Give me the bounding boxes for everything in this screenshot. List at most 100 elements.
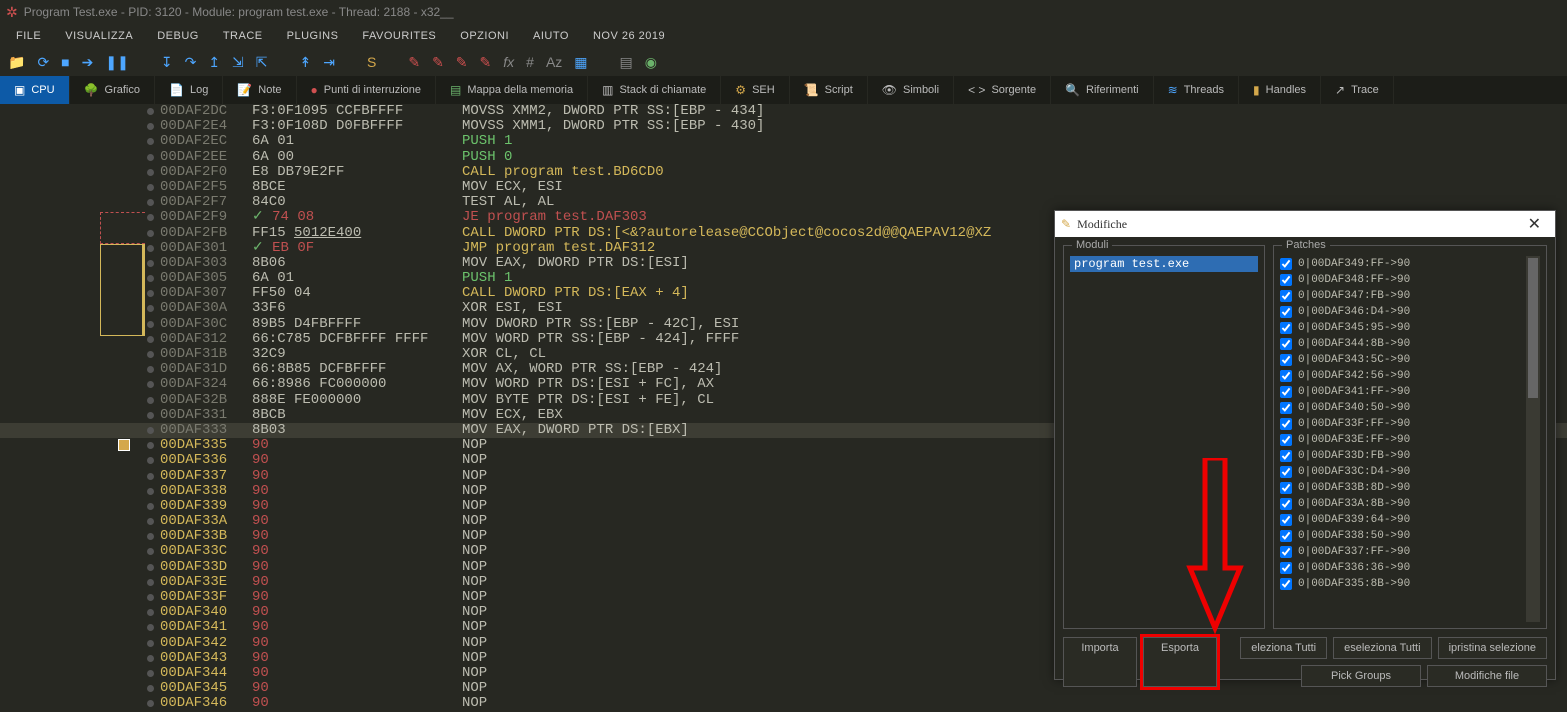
breakpoint-dot[interactable] [147,290,154,297]
breakpoint-dot[interactable] [147,199,154,206]
breakpoint-dot[interactable] [147,564,154,571]
menu-item[interactable]: FILE [4,26,53,46]
patch-checkbox[interactable] [1280,514,1292,526]
tab-punti-di-interruzione[interactable]: ●Punti di interruzione [297,76,436,104]
patches-list[interactable]: 0|00DAF349:FF->900|00DAF348:FF->900|00DA… [1280,256,1540,622]
patch-row[interactable]: 0|00DAF335:8B->90 [1280,576,1524,592]
open-icon[interactable]: 📁 [8,54,25,71]
breakpoint-dot[interactable] [147,245,154,252]
restart-icon[interactable]: ⟳ [37,54,49,71]
patch-checkbox[interactable] [1280,530,1292,542]
breakpoint-dot[interactable] [147,214,154,221]
settings-icon[interactable]: ▤ [620,54,633,71]
patch-checkbox[interactable] [1280,402,1292,414]
tab-seh[interactable]: ⚙SEH [721,76,789,104]
breakpoint-dot[interactable] [147,442,154,449]
disasm-row[interactable]: 00DAF2F0E8 DB79E2FFCALL program test.BD6… [0,165,1567,180]
patch-row[interactable]: 0|00DAF341:FF->90 [1280,384,1524,400]
menu-item[interactable]: PLUGINS [275,26,351,46]
deselect-all-button[interactable]: eseleziona Tutti [1333,637,1431,659]
patch-row[interactable]: 0|00DAF344:8B->90 [1280,336,1524,352]
patch-row[interactable]: 0|00DAF33F:FF->90 [1280,416,1524,432]
select-all-button[interactable]: eleziona Tutti [1240,637,1327,659]
tab-simboli[interactable]: 👁Simboli [868,76,954,104]
breakpoint-dot[interactable] [147,609,154,616]
disasm-row[interactable]: 00DAF34690NOP [0,696,1567,711]
breakpoint-dot[interactable] [147,579,154,586]
breakpoint-dot[interactable] [147,457,154,464]
bookmarks-icon[interactable]: ✎ [480,54,492,71]
patch-row[interactable]: 0|00DAF349:FF->90 [1280,256,1524,272]
patch-checkbox[interactable] [1280,578,1292,590]
menu-item[interactable]: VISUALIZZA [53,26,145,46]
patch-checkbox[interactable] [1280,338,1292,350]
breakpoint-dot[interactable] [147,685,154,692]
patch-row[interactable]: 0|00DAF347:FB->90 [1280,288,1524,304]
tab-stack-di-chiamate[interactable]: ▥Stack di chiamate [588,76,721,104]
disasm-row[interactable]: 00DAF2F784C0TEST AL, AL [0,195,1567,210]
calc-icon[interactable]: ▦ [574,54,587,71]
breakpoint-dot[interactable] [147,397,154,404]
patch-row[interactable]: 0|00DAF33C:D4->90 [1280,464,1524,480]
disasm-row[interactable]: 00DAF2EE6A 00PUSH 0 [0,150,1567,165]
breakpoint-dot[interactable] [147,488,154,495]
run-icon[interactable]: ➔ [82,54,94,71]
patch-row[interactable]: 0|00DAF348:FF->90 [1280,272,1524,288]
export-button[interactable]: Esporta [1143,637,1217,687]
breakpoint-dot[interactable] [147,366,154,373]
patch-checkbox[interactable] [1280,466,1292,478]
patch-checkbox[interactable] [1280,306,1292,318]
patch-checkbox[interactable] [1280,434,1292,446]
tab-handles[interactable]: ▮Handles [1239,76,1321,104]
patch-checkbox[interactable] [1280,562,1292,574]
tab-log[interactable]: 📄Log [155,76,223,104]
breakpoint-dot[interactable] [147,154,154,161]
tab-grafico[interactable]: 🌳Grafico [70,76,155,104]
about-icon[interactable]: ◉ [645,54,657,71]
patch-row[interactable]: 0|00DAF342:56->90 [1280,368,1524,384]
patch-checkbox[interactable] [1280,418,1292,430]
patch-row[interactable]: 0|00DAF33D:FB->90 [1280,448,1524,464]
breakpoint-dot[interactable] [147,230,154,237]
step-into-icon[interactable]: ↧ [161,54,173,71]
breakpoint-dot[interactable] [147,169,154,176]
disasm-row[interactable]: 00DAF2F58BCEMOV ECX, ESI [0,180,1567,195]
breakpoint-dot[interactable] [147,381,154,388]
patch-checkbox[interactable] [1280,274,1292,286]
breakpoint-dot[interactable] [147,123,154,130]
patch-checkbox[interactable] [1280,290,1292,302]
tab-threads[interactable]: ≋Threads [1154,76,1239,104]
tab-mappa-della-memoria[interactable]: ▤Mappa della memoria [436,76,588,104]
breakpoint-dot[interactable] [147,624,154,631]
breakpoint-dot[interactable] [147,427,154,434]
tab-sorgente[interactable]: < >Sorgente [954,76,1051,104]
disasm-row[interactable]: 00DAF2DCF3:0F1095 CCFBFFFFMOVSS XMM2, DW… [0,104,1567,119]
breakpoint-dot[interactable] [147,138,154,145]
breakpoint-dot[interactable] [147,184,154,191]
breakpoint-dot[interactable] [147,305,154,312]
patch-row[interactable]: 0|00DAF33A:8B->90 [1280,496,1524,512]
hash-icon[interactable]: # [526,54,534,70]
breakpoint-dot[interactable] [147,548,154,555]
patch-row[interactable]: 0|00DAF345:95->90 [1280,320,1524,336]
patch-checkbox[interactable] [1280,498,1292,510]
patch-checkbox[interactable] [1280,370,1292,382]
scroll-thumb[interactable] [1528,258,1538,398]
patch-row[interactable]: 0|00DAF339:64->90 [1280,512,1524,528]
tab-cpu[interactable]: ▣CPU [0,76,70,104]
patch-row[interactable]: 0|00DAF340:50->90 [1280,400,1524,416]
az-icon[interactable]: Aᴢ [546,54,562,70]
menu-item[interactable]: DEBUG [145,26,211,46]
menu-item[interactable]: NOV 26 2019 [581,26,677,46]
menu-item[interactable]: TRACE [211,26,275,46]
breakpoint-dot[interactable] [147,655,154,662]
tab-trace[interactable]: ↗Trace [1321,76,1394,104]
patch-row[interactable]: 0|00DAF337:FF->90 [1280,544,1524,560]
comments-icon[interactable]: ✎ [432,54,444,71]
restore-selection-button[interactable]: ipristina selezione [1438,637,1547,659]
disasm-row[interactable]: 00DAF2EC6A 01PUSH 1 [0,134,1567,149]
patch-row[interactable]: 0|00DAF336:36->90 [1280,560,1524,576]
breakpoint-dot[interactable] [147,594,154,601]
breakpoint-dot[interactable] [147,412,154,419]
tab-note[interactable]: 📝Note [223,76,296,104]
